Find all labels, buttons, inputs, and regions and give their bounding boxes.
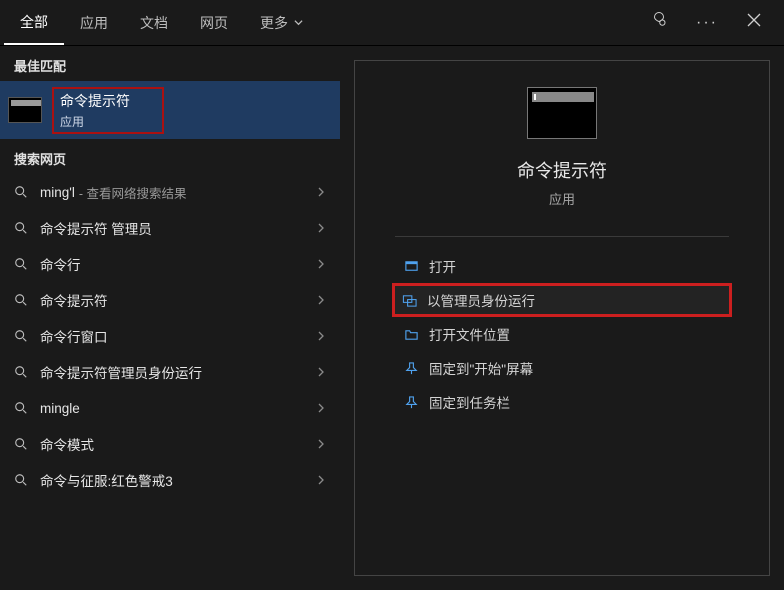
tab-more[interactable]: 更多 (244, 0, 319, 45)
chevron-right-icon (316, 367, 326, 377)
action-open-location-label: 打开文件位置 (429, 324, 510, 344)
web-result-label: 命令提示符 管理员 (40, 218, 152, 238)
results-panel: 最佳匹配 命令提示符 应用 搜索网页 ming'l - 查看网络搜索结果命令提示… (0, 46, 340, 590)
action-pin-taskbar[interactable]: 固定到任务栏 (395, 385, 729, 419)
web-result-label: ming'l (40, 185, 75, 200)
best-match-highlight: 命令提示符 应用 (52, 87, 164, 134)
pin-taskbar-icon (399, 395, 423, 410)
web-result-label: 命令提示符 (40, 290, 108, 310)
web-result-item[interactable]: 命令行 (0, 246, 340, 282)
action-open-location[interactable]: 打开文件位置 (395, 317, 729, 351)
admin-icon (397, 293, 421, 308)
action-pin-start[interactable]: 固定到"开始"屏幕 (395, 351, 729, 385)
search-icon (14, 437, 28, 451)
web-result-label: mingle (40, 401, 80, 416)
search-icon (14, 401, 28, 415)
web-result-item[interactable]: 命令与征服:红色警戒3 (0, 462, 340, 498)
web-result-item[interactable]: 命令提示符 (0, 282, 340, 318)
tab-docs[interactable]: 文档 (124, 0, 184, 45)
web-result-label: 命令提示符管理员身份运行 (40, 362, 202, 382)
web-result-label: 命令行窗口 (40, 326, 108, 346)
folder-icon (399, 327, 423, 342)
web-result-label: 命令与征服:红色警戒3 (40, 470, 173, 490)
divider (395, 236, 729, 237)
chevron-right-icon (316, 403, 326, 413)
chevron-right-icon (316, 331, 326, 341)
best-match-title: 命令提示符 (60, 91, 130, 111)
action-run-as-admin[interactable]: 以管理员身份运行 (392, 283, 732, 317)
cmd-icon (8, 97, 42, 123)
chevron-right-icon (316, 475, 326, 485)
web-result-item[interactable]: mingle (0, 390, 340, 426)
action-pin-start-label: 固定到"开始"屏幕 (429, 358, 533, 378)
web-result-sublabel: - 查看网络搜索结果 (79, 183, 187, 202)
preview-subtitle: 应用 (549, 189, 575, 208)
open-icon (399, 259, 423, 274)
chevron-down-icon (294, 18, 303, 27)
search-icon (14, 473, 28, 487)
tab-web[interactable]: 网页 (184, 0, 244, 45)
web-result-item[interactable]: 命令提示符 管理员 (0, 210, 340, 246)
search-icon (14, 365, 28, 379)
web-result-item[interactable]: ming'l - 查看网络搜索结果 (0, 174, 340, 210)
web-result-item[interactable]: 命令模式 (0, 426, 340, 462)
action-open[interactable]: 打开 (395, 249, 729, 283)
best-match-subtitle: 应用 (60, 113, 130, 130)
section-search-web: 搜索网页 (0, 139, 340, 174)
preview-cmd-icon (527, 87, 597, 139)
preview-title: 命令提示符 (517, 157, 607, 183)
pin-start-icon (399, 361, 423, 376)
tab-apps[interactable]: 应用 (64, 0, 124, 45)
search-icon (14, 221, 28, 235)
section-best-match: 最佳匹配 (0, 46, 340, 81)
top-tab-bar: 全部 应用 文档 网页 更多 ··· (0, 0, 784, 46)
web-result-label: 命令行 (40, 254, 81, 274)
search-icon (14, 293, 28, 307)
action-run-as-admin-label: 以管理员身份运行 (427, 290, 535, 310)
chevron-right-icon (316, 439, 326, 449)
chevron-right-icon (316, 223, 326, 233)
search-icon (14, 329, 28, 343)
feedback-icon[interactable] (650, 11, 668, 34)
preview-panel: 命令提示符 应用 打开 以管理员身份运行 打开文件位置 (354, 60, 770, 576)
search-icon (14, 185, 28, 199)
chevron-right-icon (316, 187, 326, 197)
close-button[interactable] (746, 12, 762, 33)
tab-more-label: 更多 (260, 13, 288, 33)
chevron-right-icon (316, 295, 326, 305)
action-open-label: 打开 (429, 256, 456, 276)
web-result-label: 命令模式 (40, 434, 94, 454)
search-icon (14, 257, 28, 271)
options-icon[interactable]: ··· (696, 14, 718, 32)
web-result-item[interactable]: 命令提示符管理员身份运行 (0, 354, 340, 390)
chevron-right-icon (316, 259, 326, 269)
action-pin-taskbar-label: 固定到任务栏 (429, 392, 510, 412)
web-result-item[interactable]: 命令行窗口 (0, 318, 340, 354)
best-match-item[interactable]: 命令提示符 应用 (0, 81, 340, 139)
tab-all[interactable]: 全部 (4, 0, 64, 45)
